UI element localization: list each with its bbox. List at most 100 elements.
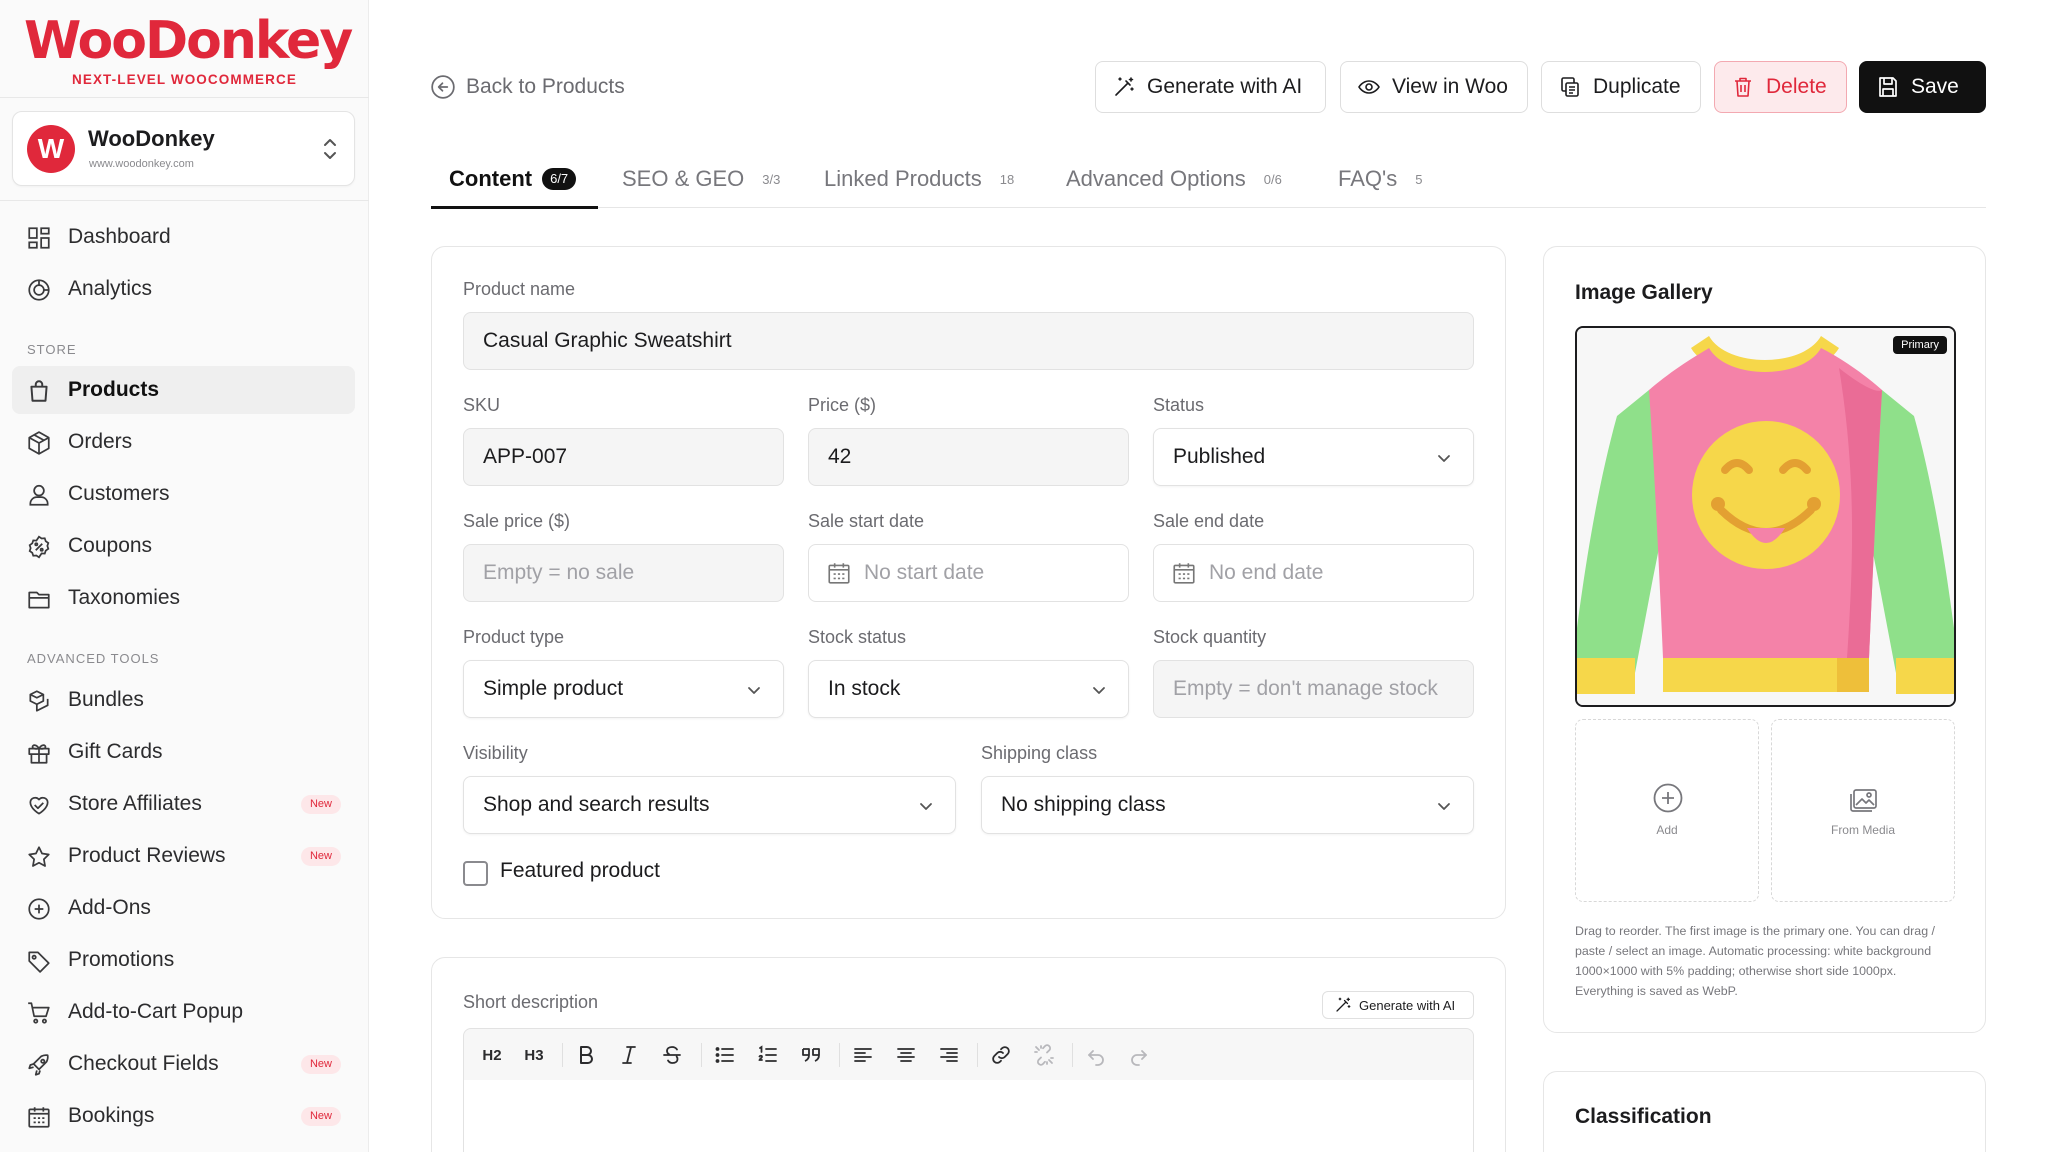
bundles-icon	[29, 690, 49, 712]
new-badge: New	[300, 847, 341, 866]
align-center-button[interactable]	[893, 1042, 919, 1068]
chevron-down-icon	[748, 687, 760, 694]
numbered-list-button[interactable]	[755, 1042, 781, 1068]
sidebar-item-bookings[interactable]: Bookings New	[12, 1092, 355, 1140]
undo-button[interactable]	[1083, 1042, 1109, 1068]
product-type-select[interactable]: Simple product	[463, 660, 784, 718]
heading-2-button[interactable]: H2	[479, 1042, 505, 1068]
sidebar-item-label: Taxonomies	[68, 586, 181, 609]
sidebar-item-label: Add-to-Cart Popup	[68, 1000, 244, 1023]
featured-product-checkbox[interactable]	[463, 861, 488, 886]
sale-end-date-input[interactable]: No end date	[1153, 544, 1474, 602]
chevron-down-icon	[920, 803, 932, 810]
sidebar-item-label: Store Affiliates	[68, 792, 202, 815]
tab-faqs[interactable]: FAQ's 5	[1320, 150, 1422, 208]
italic-button[interactable]	[616, 1042, 642, 1068]
quote-icon	[802, 1048, 820, 1062]
sidebar-item-coupons[interactable]: Coupons	[12, 522, 355, 570]
editor-toolbar: H2 H3	[463, 1028, 1474, 1081]
remove-link-button[interactable]	[1031, 1042, 1057, 1068]
delete-button[interactable]: Delete	[1714, 61, 1847, 113]
sidebar-item-label: Coupons	[68, 534, 153, 557]
status-value: Published	[1173, 445, 1266, 468]
align-right-button[interactable]	[936, 1042, 962, 1068]
heading-3-button[interactable]: H3	[521, 1042, 547, 1068]
insert-link-button[interactable]	[988, 1042, 1014, 1068]
tab-bar: Content 6/7 SEO & GEO 3/3 Linked Product…	[431, 150, 1986, 209]
add-image-dropzone[interactable]: Add	[1575, 719, 1759, 902]
duplicate-button[interactable]: Duplicate	[1541, 61, 1701, 113]
visibility-select[interactable]: Shop and search results	[463, 776, 956, 834]
sidebar-item-label: Gift Cards	[68, 740, 163, 763]
sidebar-item-analytics[interactable]: Analytics	[12, 265, 355, 313]
brand-logo[interactable]: WooDonkey NEXT-LEVEL WOOCOMMERCE	[24, 10, 353, 88]
generate-description-button[interactable]: Generate with AI	[1322, 991, 1474, 1019]
sale-price-input[interactable]: Empty = no sale	[463, 544, 784, 602]
stock-quantity-input[interactable]: Empty = don't manage stock	[1153, 660, 1474, 718]
store-switcher[interactable]: W WooDonkey www.woodonkey.com	[12, 111, 355, 186]
sidebar-item-customers[interactable]: Customers	[12, 470, 355, 518]
section-label-advanced-tools: ADVANCED TOOLS	[27, 651, 160, 666]
blockquote-button[interactable]	[798, 1042, 824, 1068]
sidebar-item-taxonomies[interactable]: Taxonomies	[12, 574, 355, 622]
new-badge: New	[300, 1055, 341, 1074]
from-media-dropzone[interactable]: From Media	[1771, 719, 1955, 902]
shipping-class-label: Shipping class	[981, 743, 1098, 763]
sidebar-item-products[interactable]: Products	[12, 366, 355, 414]
sidebar-item-orders[interactable]: Orders	[12, 418, 355, 466]
image-gallery-title: Image Gallery	[1575, 281, 1713, 304]
sidebar-item-promotions[interactable]: Promotions	[12, 936, 355, 984]
back-to-products-link[interactable]: Back to Products	[430, 72, 625, 102]
sale-start-date-input[interactable]: No start date	[808, 544, 1129, 602]
bullet-list-button[interactable]	[712, 1042, 738, 1068]
strikethrough-button[interactable]	[659, 1042, 685, 1068]
stock-quantity-label: Stock quantity	[1153, 627, 1267, 647]
chevron-up-down-icon	[324, 139, 336, 159]
sidebar-item-add-to-cart-popup[interactable]: Add-to-Cart Popup	[12, 988, 355, 1036]
save-button[interactable]: Save	[1859, 61, 1986, 113]
price-input[interactable]: 42	[808, 428, 1129, 486]
status-label: Status	[1153, 395, 1205, 415]
sidebar-item-checkout-fields[interactable]: Checkout Fields New	[12, 1040, 355, 1088]
shipping-class-select[interactable]: No shipping class	[981, 776, 1474, 834]
tab-linked-products[interactable]: Linked Products 18	[806, 150, 1014, 208]
tab-label: Linked Products	[824, 166, 982, 191]
generate-with-ai-button[interactable]: Generate with AI	[1095, 61, 1326, 113]
chevron-down-icon	[1093, 687, 1105, 694]
align-right-icon	[940, 1048, 958, 1062]
sidebar-item-gift-cards[interactable]: Gift Cards	[12, 728, 355, 776]
store-avatar: W	[27, 125, 75, 173]
copy-icon	[1561, 77, 1579, 97]
gallery-help-text: Drag to reorder. The first image is the …	[1575, 924, 1935, 998]
sidebar-item-product-reviews[interactable]: Product Reviews New	[12, 832, 355, 880]
button-label: View in Woo	[1392, 75, 1508, 98]
product-name-input[interactable]: Casual Graphic Sweatshirt	[463, 312, 1474, 370]
align-left-button[interactable]	[850, 1042, 876, 1068]
primary-product-image[interactable]: Primary	[1575, 326, 1956, 707]
redo-button[interactable]	[1126, 1042, 1152, 1068]
magic-wand-icon	[1115, 77, 1134, 96]
sku-label: SKU	[463, 395, 501, 415]
tab-advanced-options[interactable]: Advanced Options 0/6	[1048, 150, 1282, 208]
view-in-woo-button[interactable]: View in Woo	[1340, 61, 1528, 113]
tab-count-badge: 5	[1415, 171, 1423, 187]
short-description-editor[interactable]	[463, 1080, 1474, 1152]
box-icon	[28, 431, 50, 455]
tab-seo-geo[interactable]: SEO & GEO 3/3	[604, 150, 780, 208]
numbered-list-icon	[758, 1045, 777, 1062]
tab-content[interactable]: Content 6/7	[431, 150, 598, 209]
stock-status-label: Stock status	[808, 627, 907, 647]
sku-input[interactable]: APP-007	[463, 428, 784, 486]
divider	[839, 1043, 840, 1067]
status-select[interactable]: Published	[1153, 428, 1474, 486]
sidebar-item-store-affiliates[interactable]: Store Affiliates New	[12, 780, 355, 828]
bold-button[interactable]	[573, 1042, 599, 1068]
sidebar-item-add-ons[interactable]: Add-Ons	[12, 884, 355, 932]
sidebar-item-dashboard[interactable]: Dashboard	[12, 213, 355, 261]
sidebar-item-bundles[interactable]: Bundles	[12, 676, 355, 724]
stock-status-select[interactable]: In stock	[808, 660, 1129, 718]
sale-start-placeholder: No start date	[864, 561, 985, 584]
link-icon	[992, 1046, 1010, 1064]
back-link-label: Back to Products	[466, 75, 625, 98]
featured-product-label[interactable]: Featured product	[500, 859, 660, 883]
